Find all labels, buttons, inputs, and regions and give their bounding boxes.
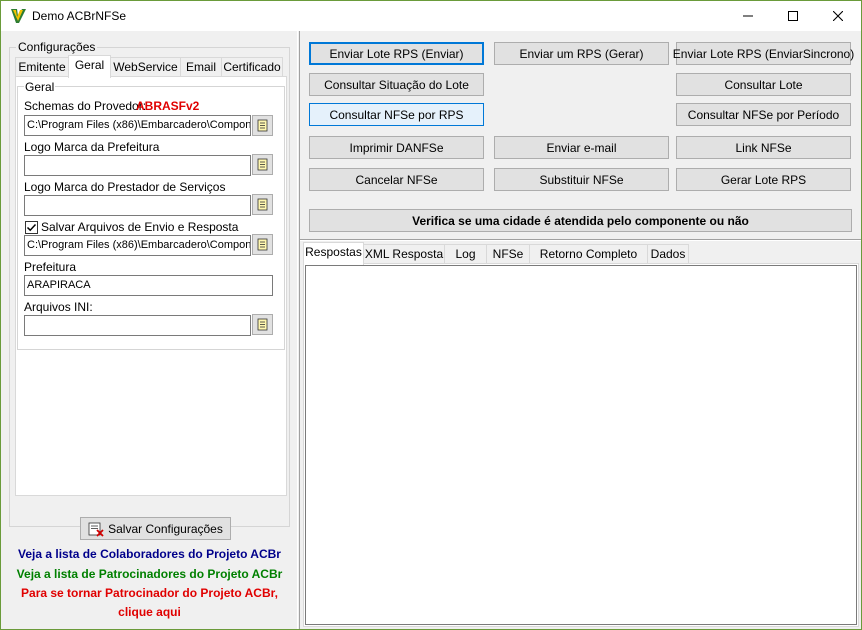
enviar-lote-sincrono-button[interactable]: Enviar Lote RPS (EnviarSincrono) bbox=[673, 42, 854, 65]
gerar-lote-rps-button[interactable]: Gerar Lote RPS bbox=[676, 168, 851, 191]
respostas-tab-page bbox=[303, 263, 859, 627]
open-file-icon bbox=[257, 318, 268, 331]
salvar-path-browse-button[interactable] bbox=[252, 234, 273, 255]
tornar-patrocinador-link-line2[interactable]: clique aqui bbox=[1, 605, 298, 619]
salvar-arquivos-label[interactable]: Salvar Arquivos de Envio e Resposta bbox=[41, 220, 238, 234]
consultar-lote-button[interactable]: Consultar Lote bbox=[676, 73, 851, 96]
prefeitura-label: Prefeitura bbox=[24, 260, 77, 274]
logo-prestador-input[interactable] bbox=[24, 195, 251, 216]
arquivos-ini-input[interactable] bbox=[24, 315, 251, 336]
cancelar-nfse-button[interactable]: Cancelar NFSe bbox=[309, 168, 484, 191]
enviar-lote-rps-button[interactable]: Enviar Lote RPS (Enviar) bbox=[309, 42, 484, 65]
arquivos-ini-browse-button[interactable] bbox=[252, 314, 273, 335]
minimize-button[interactable] bbox=[725, 1, 771, 31]
tab-certificado[interactable]: Certificado bbox=[221, 57, 283, 77]
logo-prefeitura-label: Logo Marca da Prefeitura bbox=[24, 140, 160, 154]
logo-prestador-browse-button[interactable] bbox=[252, 194, 273, 215]
enviar-um-rps-button[interactable]: Enviar um RPS (Gerar) bbox=[494, 42, 669, 65]
logo-prefeitura-input[interactable] bbox=[24, 155, 251, 176]
link-nfse-button[interactable]: Link NFSe bbox=[676, 136, 851, 159]
schemas-provider: ABRASFv2 bbox=[136, 99, 200, 113]
consultar-situacao-lote-button[interactable]: Consultar Situação do Lote bbox=[309, 73, 484, 96]
enviar-email-button[interactable]: Enviar e-mail bbox=[494, 136, 669, 159]
schemas-path-input[interactable]: C:\Program Files (x86)\Embarcadero\Compo… bbox=[24, 115, 251, 136]
tab-nfse[interactable]: NFSe bbox=[486, 244, 530, 264]
consultar-nfse-periodo-button[interactable]: Consultar NFSe por Período bbox=[676, 103, 851, 126]
schemas-browse-button[interactable] bbox=[252, 115, 273, 136]
tab-email[interactable]: Email bbox=[180, 57, 222, 77]
colaboradores-link[interactable]: Veja a lista de Colaboradores do Projeto… bbox=[1, 547, 298, 561]
config-panel: Configurações Emitente Geral WebService … bbox=[1, 31, 298, 629]
tab-webservice[interactable]: WebService bbox=[110, 57, 181, 77]
tab-geral[interactable]: Geral bbox=[68, 55, 111, 78]
maximize-button[interactable] bbox=[770, 1, 816, 31]
open-file-icon bbox=[257, 238, 268, 251]
open-file-icon bbox=[257, 198, 268, 211]
prefeitura-input[interactable]: ARAPIRACA bbox=[24, 275, 273, 296]
tornar-patrocinador-link-line1[interactable]: Para se tornar Patrocinador do Projeto A… bbox=[1, 586, 298, 600]
main-window: Demo ACBrNFSe Configurações Emitente Ger… bbox=[0, 0, 862, 630]
minimize-icon bbox=[743, 15, 753, 17]
respostas-memo[interactable] bbox=[305, 265, 857, 625]
salvar-configuracoes-button[interactable]: Salvar Configurações bbox=[80, 517, 231, 540]
tab-log[interactable]: Log bbox=[444, 244, 487, 264]
close-icon bbox=[833, 11, 843, 21]
window-title: Demo ACBrNFSe bbox=[32, 9, 127, 23]
arquivos-ini-label: Arquivos INI: bbox=[24, 300, 93, 314]
horizontal-splitter[interactable] bbox=[300, 239, 861, 241]
salvar-path-input[interactable]: C:\Program Files (x86)\Embarcadero\Compo… bbox=[24, 235, 251, 256]
tab-xml-resposta[interactable]: XML Resposta bbox=[363, 244, 445, 264]
checkmark-icon bbox=[26, 223, 37, 232]
imprimir-danfse-button[interactable]: Imprimir DANFSe bbox=[309, 136, 484, 159]
actions-panel: Enviar Lote RPS (Enviar) Enviar um RPS (… bbox=[300, 31, 861, 239]
tab-respostas[interactable]: Respostas bbox=[303, 242, 364, 265]
geral-group-title: Geral bbox=[24, 80, 56, 94]
salvar-configuracoes-label: Salvar Configurações bbox=[108, 521, 223, 536]
logo-prefeitura-browse-button[interactable] bbox=[252, 154, 273, 175]
tab-retorno-completo-ws[interactable]: Retorno Completo WS bbox=[529, 244, 648, 279]
salvar-arquivos-checkbox[interactable] bbox=[25, 221, 38, 234]
verifica-cidade-button[interactable]: Verifica se uma cidade é atendida pelo c… bbox=[309, 209, 852, 232]
patrocinadores-link[interactable]: Veja a lista de Patrocinadores do Projet… bbox=[1, 567, 298, 581]
open-file-icon bbox=[257, 119, 268, 132]
config-group-title: Configurações bbox=[16, 40, 98, 54]
consultar-nfse-rps-button[interactable]: Consultar NFSe por RPS bbox=[309, 103, 484, 126]
close-button[interactable] bbox=[815, 1, 861, 31]
substituir-nfse-button[interactable]: Substituir NFSe bbox=[494, 168, 669, 191]
tab-dados[interactable]: Dados bbox=[647, 244, 689, 264]
maximize-icon bbox=[788, 11, 798, 21]
schemas-label: Schemas do Provedor: bbox=[24, 99, 147, 113]
geral-tab-page: Geral Schemas do Provedor: ABRASFv2 C:\P… bbox=[15, 76, 287, 496]
open-file-icon bbox=[257, 158, 268, 171]
title-bar: Demo ACBrNFSe bbox=[1, 1, 861, 31]
acbr-app-icon bbox=[11, 9, 26, 23]
save-config-icon bbox=[88, 522, 104, 537]
tab-emitente[interactable]: Emitente bbox=[15, 57, 69, 77]
logo-prestador-label: Logo Marca do Prestador de Serviços bbox=[24, 180, 226, 194]
